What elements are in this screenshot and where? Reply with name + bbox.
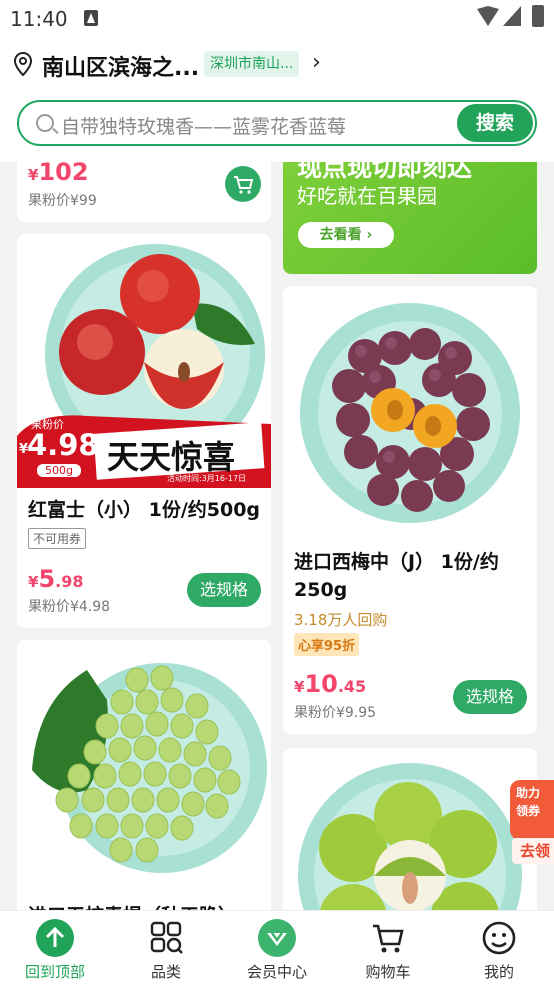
app-screen: 11:40 南山区滨海之... 深圳市南山... › 自带独特玫瑰香——蓝雾花香… (0, 0, 554, 985)
promo-date: 活动时间:3月16-17日 (167, 474, 247, 483)
tab-cart[interactable]: 购物车 (333, 911, 443, 985)
repurchase-count: 3.18万人回购 (294, 611, 388, 629)
product-image (17, 640, 271, 894)
product-price: ¥10.45 (294, 670, 367, 698)
product-feed[interactable]: ¥102 果粉价¥99 现点现切即刻达 好吃就在百果园 去看看 › 果粉价 ¥ … (0, 162, 554, 910)
coupon-tag: 不可用券 (28, 528, 87, 549)
cart-icon (373, 924, 404, 953)
select-spec-button[interactable]: 选规格 (453, 680, 527, 714)
select-spec-button[interactable]: 选规格 (187, 573, 261, 607)
product-card[interactable]: ¥102 果粉价¥99 (17, 162, 271, 222)
product-card[interactable]: 进口西梅中（J） 1份/约250g 3.18万人回购 心享95折 ¥10.45 … (283, 286, 537, 734)
tab-label: 我的 (483, 963, 514, 981)
search-icon (36, 114, 54, 132)
banner-go-button[interactable]: 去看看 › (298, 222, 394, 248)
banner-subtitle: 好吃就在百果园 (297, 184, 437, 208)
member-price: 果粉价¥4.98 (28, 599, 111, 615)
battery-icon (532, 5, 544, 27)
category-icon (150, 921, 183, 954)
discount-tag: 心享95折 (294, 633, 360, 656)
float-text-1: 助力 (516, 786, 541, 800)
add-to-cart-button[interactable] (225, 166, 261, 202)
tab-profile[interactable]: 我的 (444, 911, 554, 985)
status-bar: 11:40 (0, 0, 554, 38)
product-card[interactable]: 进口无核青提（秋天脆） (17, 640, 271, 910)
product-title[interactable]: 进口西梅中（J） 1份/约250g (294, 548, 526, 604)
tab-label: 回到顶部 (24, 963, 85, 981)
promo-unit: 500g (37, 464, 81, 477)
bottom-tabbar: 回到顶部 品类 会员中心 购物车 我的 (0, 910, 554, 985)
cart-icon (234, 176, 254, 194)
profile-icon (482, 921, 516, 955)
product-price: ¥102 (28, 162, 89, 186)
search-button[interactable]: 搜索 (457, 104, 533, 142)
member-icon (258, 919, 296, 957)
tab-label: 品类 (150, 963, 181, 981)
search-placeholder[interactable]: 自带独特玫瑰香——蓝雾花香蓝莓 (61, 112, 346, 139)
product-image (283, 748, 537, 910)
tab-back-to-top[interactable]: 回到顶部 (0, 911, 110, 985)
city-badge[interactable]: 深圳市南山... (204, 51, 300, 77)
location-pin-icon (13, 52, 33, 76)
promo-slogan: 天天惊喜 (107, 438, 236, 476)
search-input[interactable]: 自带独特玫瑰香——蓝雾花香蓝莓 搜索 (17, 100, 537, 146)
tab-category[interactable]: 品类 (111, 911, 221, 985)
cell-signal-icon (503, 6, 521, 26)
arrow-up-icon (36, 919, 74, 957)
wifi-icon (477, 6, 499, 26)
coupon-float-button[interactable]: 助力 领券 (510, 780, 554, 840)
product-image (283, 286, 537, 540)
promo-price: 4.98 (27, 428, 99, 462)
product-title[interactable]: 进口无核青提（秋天脆） (28, 902, 237, 910)
tab-member-center[interactable]: 会员中心 (222, 911, 332, 985)
search-section: 自带独特玫瑰香——蓝雾花香蓝莓 搜索 (0, 90, 554, 162)
promo-banner[interactable]: 现点现切即刻达 好吃就在百果园 去看看 › (283, 162, 537, 274)
location-title[interactable]: 南山区滨海之... (42, 50, 199, 82)
product-title[interactable]: 红富士（小） 1份/约500g (28, 496, 260, 524)
member-price: 果粉价¥9.95 (294, 705, 377, 721)
coupon-claim-button[interactable]: 去领 (512, 838, 554, 864)
location-bar[interactable]: 南山区滨海之... 深圳市南山... › (0, 38, 554, 90)
member-price: 果粉价¥99 (28, 193, 97, 209)
app-notification-icon (84, 10, 98, 26)
product-price: ¥5.98 (28, 565, 84, 593)
tab-label: 会员中心 (246, 963, 307, 981)
tab-label: 购物车 (365, 963, 411, 981)
status-time: 11:40 (10, 7, 68, 31)
chevron-right-icon[interactable]: › (312, 50, 321, 75)
product-card[interactable]: 果粉价 ¥ 4.98 500g 天天惊喜 活动时间:3月16-17日 红富士（小… (17, 234, 271, 628)
product-card[interactable] (283, 748, 537, 910)
promo-overlay: 果粉价 ¥ 4.98 500g 天天惊喜 活动时间:3月16-17日 (17, 412, 271, 488)
float-text-2: 领券 (516, 804, 541, 818)
